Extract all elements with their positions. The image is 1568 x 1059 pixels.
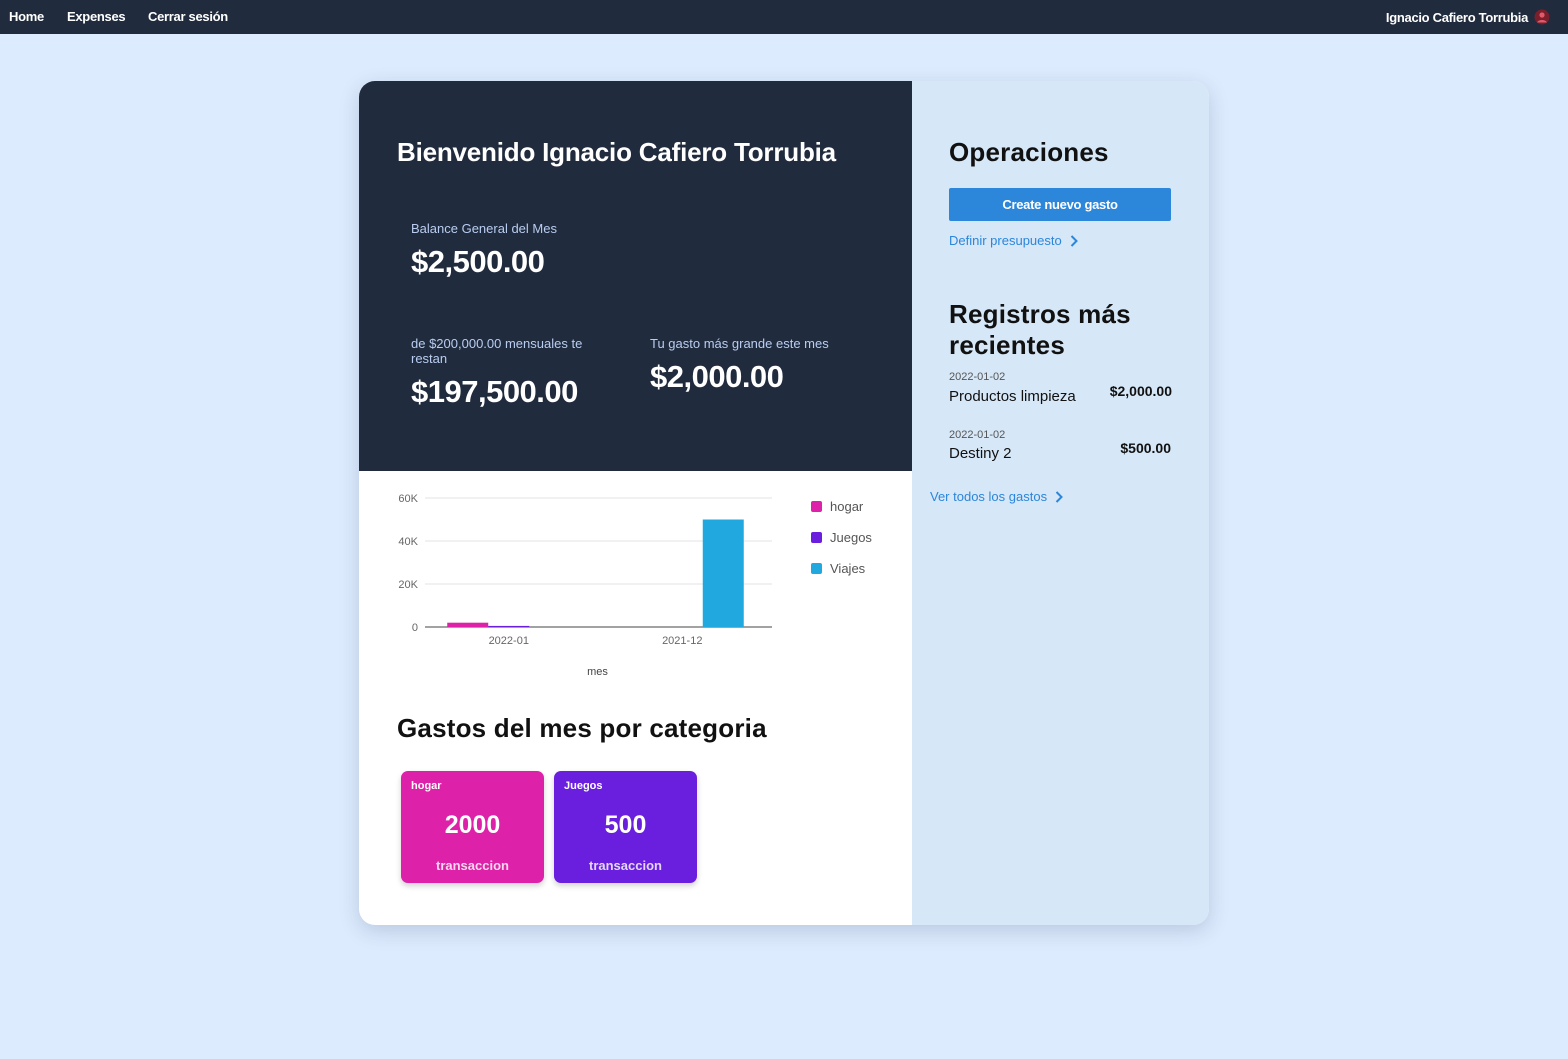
bar-chart-svg: 0 20K 40K 60K 2022-01 2021-12 mes bbox=[398, 493, 772, 678]
legend-swatch bbox=[811, 532, 822, 543]
chevron-right-icon bbox=[1055, 490, 1063, 503]
category-name: Juegos bbox=[564, 780, 603, 792]
record-amount: $2,000.00 bbox=[1109, 383, 1172, 399]
y-tick-label: 60K bbox=[398, 493, 418, 505]
dashboard-card: Bienvenido Ignacio Cafiero Torrubia Bala… bbox=[359, 81, 1209, 925]
monthly-expenses-chart: 0 20K 40K 60K 2022-01 2021-12 mes hogar Juegos V… bbox=[359, 471, 912, 701]
record-date: 2022-01-02 bbox=[949, 371, 1006, 383]
bar-Viajes-2021-12 bbox=[702, 519, 744, 627]
sidebar-panel: Operaciones Create nuevo gasto Definir p… bbox=[912, 81, 1209, 925]
x-tick-label: 2021-12 bbox=[662, 635, 702, 647]
nav-home-link[interactable]: Home bbox=[9, 9, 44, 24]
legend-label: Viajes bbox=[830, 561, 866, 576]
biggest-expense-value: $2,000.00 bbox=[650, 359, 784, 394]
nav-logout-link[interactable]: Cerrar sesión bbox=[148, 9, 228, 24]
record-date: 2022-01-02 bbox=[949, 429, 1006, 441]
view-all-label: Ver todos los gastos bbox=[930, 489, 1048, 504]
categories-heading: Gastos del mes por categoria bbox=[397, 713, 767, 743]
remaining-value: $197,500.00 bbox=[411, 374, 578, 409]
x-tick-label: 2022-01 bbox=[489, 635, 529, 647]
welcome-heading: Bienvenido Ignacio Cafiero Torrubia bbox=[397, 137, 836, 167]
define-budget-link[interactable]: Definir presupuesto bbox=[949, 233, 1078, 248]
record-amount: $500.00 bbox=[1120, 440, 1171, 456]
category-value: 2000 bbox=[444, 811, 501, 839]
top-navbar: Home Expenses Cerrar sesión Ignacio Cafi… bbox=[0, 0, 1568, 34]
nav-expenses-link[interactable]: Expenses bbox=[67, 9, 126, 24]
category-card-hogar[interactable]: hogar 2000 transaccion bbox=[401, 771, 544, 883]
bar-Juegos-2022-01 bbox=[488, 625, 530, 627]
legend-label: Juegos bbox=[830, 530, 872, 545]
view-all-expenses-link[interactable]: Ver todos los gastos bbox=[930, 489, 1063, 504]
legend-swatch bbox=[811, 501, 822, 512]
operations-heading: Operaciones bbox=[949, 137, 1109, 167]
legend-label: hogar bbox=[830, 499, 864, 514]
category-unit: transaccion bbox=[436, 858, 509, 873]
chevron-right-icon bbox=[1070, 234, 1078, 247]
y-tick-label: 0 bbox=[412, 622, 418, 634]
y-tick-label: 40K bbox=[398, 536, 418, 548]
biggest-expense-label: Tu gasto más grande este mes bbox=[650, 336, 829, 351]
recent-records-heading: Registros más recientes bbox=[949, 299, 1131, 360]
summary-panel: Bienvenido Ignacio Cafiero Torrubia Bala… bbox=[359, 81, 912, 471]
remaining-label: de $200,000.00 mensuales te restan bbox=[411, 336, 583, 366]
y-tick-label: 20K bbox=[398, 579, 418, 591]
balance-value: $2,500.00 bbox=[411, 244, 545, 279]
legend-item[interactable]: hogar bbox=[811, 499, 863, 514]
define-budget-label: Definir presupuesto bbox=[949, 233, 1062, 248]
category-card-juegos[interactable]: Juegos 500 transaccion bbox=[554, 771, 697, 883]
record-name: Destiny 2 bbox=[949, 445, 1012, 462]
record-name: Productos limpieza bbox=[949, 388, 1076, 405]
category-name: hogar bbox=[411, 780, 442, 792]
create-expense-button[interactable]: Create nuevo gasto bbox=[949, 188, 1171, 221]
category-value: 500 bbox=[604, 811, 647, 839]
legend-item[interactable]: Viajes bbox=[811, 561, 865, 576]
bar-hogar-2022-01 bbox=[447, 622, 489, 627]
legend-item[interactable]: Juegos bbox=[811, 530, 872, 545]
legend-swatch bbox=[811, 563, 822, 574]
category-unit: transaccion bbox=[589, 858, 662, 873]
user-name[interactable]: Ignacio Cafiero Torrubia bbox=[1386, 10, 1528, 25]
balance-label: Balance General del Mes bbox=[411, 221, 557, 236]
user-avatar-icon[interactable] bbox=[1534, 9, 1550, 25]
x-axis-label: mes bbox=[587, 666, 608, 678]
